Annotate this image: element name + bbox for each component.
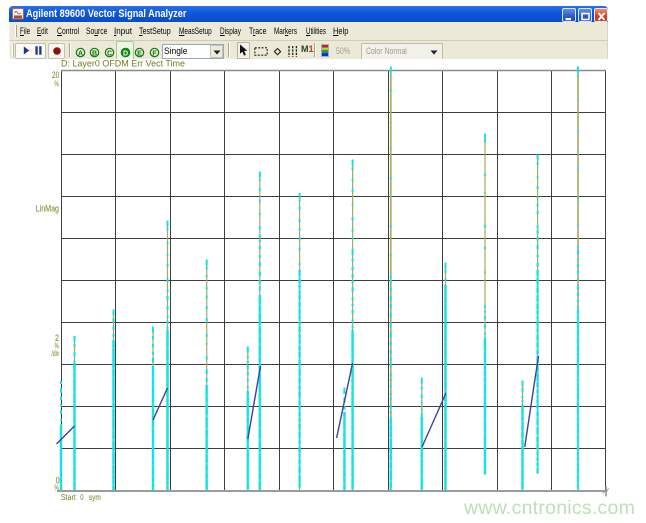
svg-text:0: 0 [80,492,83,502]
svg-text:Start: Start [61,492,77,502]
svg-text:LinMag: LinMag [36,204,59,214]
svg-text:%: % [55,482,60,492]
svg-text:%: % [55,79,60,89]
svg-text:/div: /div [52,349,60,358]
svg-text:sym: sym [89,492,101,502]
svg-text:D: Layer0 OFDM Err Vect Time: D: Layer0 OFDM Err Vect Time [61,58,185,68]
